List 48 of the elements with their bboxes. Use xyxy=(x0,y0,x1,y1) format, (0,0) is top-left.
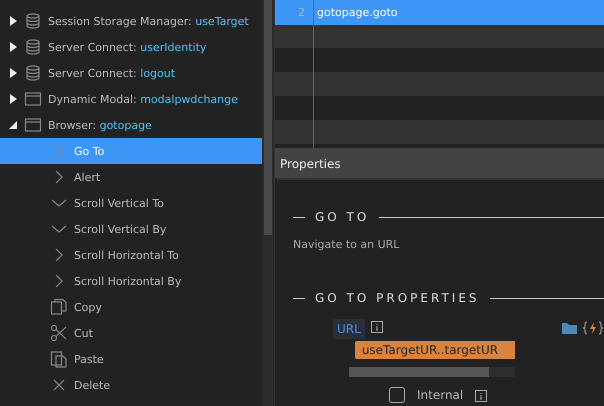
tree-item[interactable]: Scroll Vertical To xyxy=(0,190,262,216)
tree-item[interactable]: Copy xyxy=(0,294,262,320)
scissors-icon xyxy=(50,324,68,342)
dynamic-data-icon[interactable] xyxy=(582,321,604,335)
panel-title: Properties xyxy=(275,150,604,178)
tree-item-label: Server Connect: logout xyxy=(48,66,176,80)
collapsed-triangle-icon[interactable] xyxy=(8,42,18,52)
database-icon xyxy=(24,64,42,82)
tree-item-label: Browser: gotopage xyxy=(48,118,152,132)
info-icon[interactable] xyxy=(475,390,488,402)
tree-item[interactable]: Alert xyxy=(0,164,262,190)
collapsed-triangle-icon[interactable] xyxy=(8,16,18,26)
line-number: 2 xyxy=(297,6,306,19)
window-icon xyxy=(24,90,42,108)
folder-icon[interactable] xyxy=(561,321,579,335)
tree-item[interactable]: Scroll Vertical By xyxy=(0,216,262,242)
tree-item[interactable]: Cut xyxy=(0,320,262,346)
info-icon[interactable] xyxy=(370,321,383,333)
tree-item[interactable]: Dynamic Modal: modalpwdchange xyxy=(0,86,262,112)
code-text: gotopage.goto xyxy=(316,6,398,19)
field-scrollbar[interactable] xyxy=(348,367,515,377)
tree-item[interactable]: Server Connect: userIdentity xyxy=(0,34,262,60)
checkbox[interactable] xyxy=(389,387,405,403)
database-icon xyxy=(24,38,42,56)
tree-item[interactable]: Browser: gotopage xyxy=(0,112,262,138)
section-heading: GO TO xyxy=(315,210,370,224)
scrollbar[interactable] xyxy=(262,0,274,406)
tree-item[interactable]: Session Storage Manager: useTarget xyxy=(0,8,262,34)
tree-item[interactable]: Server Connect: logout xyxy=(0,60,262,86)
section-description: Navigate to an URL xyxy=(293,238,400,251)
tree-item[interactable]: Delete xyxy=(0,372,262,398)
section-heading: GO TO PROPERTIES xyxy=(315,291,480,305)
tree-item[interactable]: Paste xyxy=(0,346,262,372)
tree-item-label: Server Connect: userIdentity xyxy=(48,40,206,54)
paste-icon xyxy=(50,350,68,368)
checkbox-label: Internal xyxy=(417,388,464,402)
tree-item[interactable]: Scroll Horizontal To xyxy=(0,242,262,268)
collapsed-triangle-icon[interactable] xyxy=(8,68,18,78)
database-icon xyxy=(24,12,42,30)
field-label: URL xyxy=(333,319,365,339)
collapsed-triangle-icon[interactable] xyxy=(8,94,18,104)
window-icon xyxy=(24,116,42,134)
tree-item-label: Session Storage Manager: useTarget xyxy=(48,14,249,28)
tree-item-label: Dynamic Modal: modalpwdchange xyxy=(48,92,238,106)
url-value-field[interactable]: useTargetUR..targetUR xyxy=(354,341,515,359)
copy-icon xyxy=(50,298,68,316)
tree-item[interactable]: Scroll Horizontal By xyxy=(0,268,262,294)
expanded-triangle-icon[interactable] xyxy=(8,120,18,130)
